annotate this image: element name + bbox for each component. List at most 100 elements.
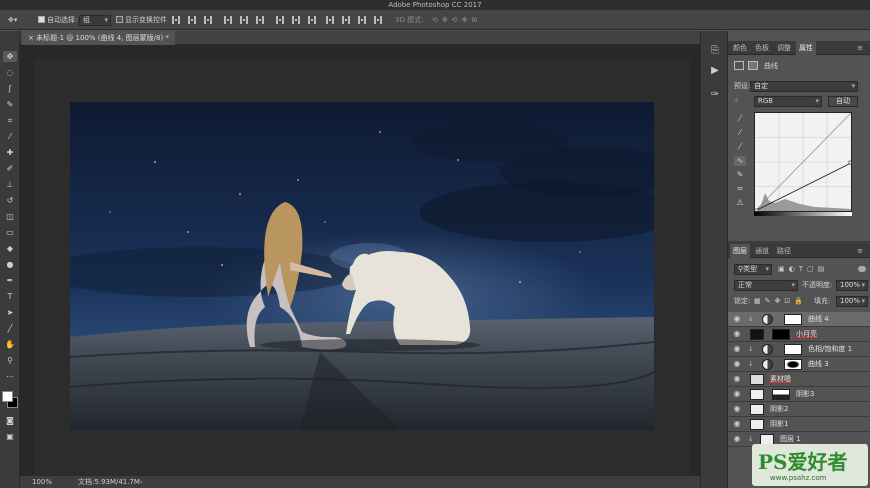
auto-align-icon[interactable]	[374, 16, 382, 24]
auto-button[interactable]: 自动	[828, 96, 858, 107]
foreground-color-swatch[interactable]	[2, 391, 13, 402]
opacity-field[interactable]: 100%	[836, 280, 868, 291]
blend-mode-dropdown[interactable]: 正常	[734, 280, 798, 291]
align-vcenter-icon[interactable]	[188, 16, 196, 24]
layer-mask-thumbnail[interactable]	[784, 314, 802, 325]
align-right-icon[interactable]	[256, 16, 264, 24]
blur-tool-icon[interactable]: ◆	[3, 243, 17, 254]
document-canvas[interactable]	[70, 102, 654, 430]
dodge-tool-icon[interactable]: ●	[3, 259, 17, 270]
eye-icon[interactable]: ◉	[732, 404, 742, 414]
channel-dropdown[interactable]: RGB	[754, 96, 822, 107]
document-size[interactable]: 文档:5.93M/41.7M	[78, 476, 140, 488]
pen-tool-icon[interactable]: ✒	[3, 275, 17, 286]
layer-row[interactable]: ◉ 阴影1	[728, 417, 870, 432]
curve-edit-icon[interactable]: ∿	[734, 156, 746, 166]
distribute-left-icon[interactable]	[326, 16, 334, 24]
fill-field[interactable]: 100%	[836, 296, 868, 307]
layer-row[interactable]: ◉ 小月亮	[728, 327, 870, 342]
white-eyedropper-icon[interactable]: ⁄	[734, 142, 746, 152]
filter-toggle[interactable]	[858, 266, 866, 272]
mask-icon[interactable]	[748, 61, 758, 70]
layer-mask-thumbnail[interactable]	[784, 359, 802, 370]
auto-select-dropdown[interactable]: 组	[79, 14, 111, 26]
eye-icon[interactable]: ◉	[732, 314, 742, 324]
eye-icon[interactable]: ◉	[732, 359, 742, 369]
layer-mask-thumbnail[interactable]	[772, 389, 790, 400]
tab-layers[interactable]: 图层	[730, 244, 750, 258]
layer-row[interactable]: ◉ ↓ 曲线 4	[728, 312, 870, 327]
close-icon[interactable]: ×	[28, 34, 34, 42]
distribute-vcenter-icon[interactable]	[292, 16, 300, 24]
screen-mode-icon[interactable]: ▣	[3, 431, 17, 442]
zoom-tool-icon[interactable]: ⚲	[3, 355, 17, 366]
document-tab[interactable]: × 未标题-1 @ 100% (曲线 4, 图层蒙版/8) *	[22, 31, 175, 45]
marquee-tool-icon[interactable]: ◌	[3, 67, 17, 78]
layer-mask-thumbnail[interactable]	[772, 329, 790, 340]
sample-eyedropper-icon[interactable]: ⁄	[734, 114, 746, 124]
layer-mask-thumbnail[interactable]	[784, 344, 802, 355]
eye-icon[interactable]: ◉	[732, 329, 742, 339]
more-tools-icon[interactable]: ⋯	[3, 371, 17, 382]
hand-tool-icon[interactable]: ✋	[3, 339, 17, 350]
tab-adjustments[interactable]: 调整	[774, 41, 794, 55]
layer-row[interactable]: ◉ ↓ 曲线 3	[728, 357, 870, 372]
move-tool-icon[interactable]: ✥▾	[8, 14, 17, 26]
auto-select-checkbox[interactable]: 自动选择:	[38, 14, 77, 26]
gray-eyedropper-icon[interactable]: ⁄	[734, 128, 746, 138]
actions-panel-icon[interactable]: ▶	[707, 65, 723, 77]
eraser-tool-icon[interactable]: ◫	[3, 211, 17, 222]
type-tool-icon[interactable]: T	[3, 291, 17, 302]
healing-brush-tool-icon[interactable]: ✚	[3, 147, 17, 158]
history-brush-tool-icon[interactable]: ↺	[3, 195, 17, 206]
path-select-tool-icon[interactable]: ➤	[3, 307, 17, 318]
crop-tool-icon[interactable]: ⌗	[3, 115, 17, 126]
distribute-right-icon[interactable]	[358, 16, 366, 24]
tab-swatches[interactable]: 色板	[752, 41, 772, 55]
lasso-tool-icon[interactable]: ʃ	[3, 83, 17, 94]
layer-row[interactable]: ◉ 阴影2	[728, 402, 870, 417]
smooth-icon[interactable]: ≈	[734, 184, 746, 194]
preset-dropdown[interactable]: 自定	[750, 81, 858, 92]
tab-paths[interactable]: 路径	[774, 244, 794, 258]
move-tool-icon[interactable]: ✥	[3, 51, 17, 62]
brush-tool-icon[interactable]: ✐	[3, 163, 17, 174]
gradient-tool-icon[interactable]: ▭	[3, 227, 17, 238]
align-left-icon[interactable]	[224, 16, 232, 24]
status-arrow-icon[interactable]: ›	[140, 476, 143, 488]
lock-icons[interactable]: ▦✎✥⊡🔒	[754, 295, 807, 307]
distribute-bottom-icon[interactable]	[308, 16, 316, 24]
layer-row[interactable]: ◉ 素材嗯	[728, 372, 870, 387]
align-bottom-icon[interactable]	[204, 16, 212, 24]
show-transform-checkbox[interactable]: 显示变换控件	[116, 14, 167, 26]
filter-type-icons[interactable]: ▣◐T▢▤	[778, 263, 828, 275]
eye-icon[interactable]: ◉	[732, 434, 742, 444]
distribute-top-icon[interactable]	[276, 16, 284, 24]
align-top-icon[interactable]	[172, 16, 180, 24]
eye-icon[interactable]: ◉	[732, 344, 742, 354]
eyedropper-tool-icon[interactable]: ⁄	[3, 131, 17, 142]
clipping-warning-icon[interactable]: ⚠	[734, 198, 746, 208]
history-panel-icon[interactable]: ⎘	[707, 45, 723, 57]
eye-icon[interactable]: ◉	[732, 419, 742, 429]
layers-menu-icon[interactable]: ≡	[854, 244, 866, 258]
clone-stamp-tool-icon[interactable]: ⊥	[3, 179, 17, 190]
panel-menu-icon[interactable]: ≡	[854, 41, 866, 55]
quick-select-tool-icon[interactable]: ✎	[3, 99, 17, 110]
tab-channels[interactable]: 通道	[752, 244, 772, 258]
tab-properties[interactable]: 属性	[796, 41, 816, 55]
distribute-hcenter-icon[interactable]	[342, 16, 350, 24]
curves-graph[interactable]	[754, 112, 853, 213]
layer-row[interactable]: ◉ ↓ 色相/饱和度 1	[728, 342, 870, 357]
layer-filter-dropdown[interactable]: ⚲类型	[734, 264, 772, 275]
zoom-level[interactable]: 100%	[32, 476, 52, 488]
pencil-draw-icon[interactable]: ✎	[734, 170, 746, 180]
eye-icon[interactable]: ◉	[732, 374, 742, 384]
brush-settings-icon[interactable]: ✑	[707, 89, 723, 101]
quick-mask-icon[interactable]: ◙	[3, 415, 17, 426]
line-tool-icon[interactable]: ╱	[3, 323, 17, 334]
layer-row[interactable]: ◉ 阴影3	[728, 387, 870, 402]
tab-color[interactable]: 颜色	[730, 41, 750, 55]
align-hcenter-icon[interactable]	[240, 16, 248, 24]
target-adjust-icon[interactable]: ☝	[734, 95, 738, 107]
